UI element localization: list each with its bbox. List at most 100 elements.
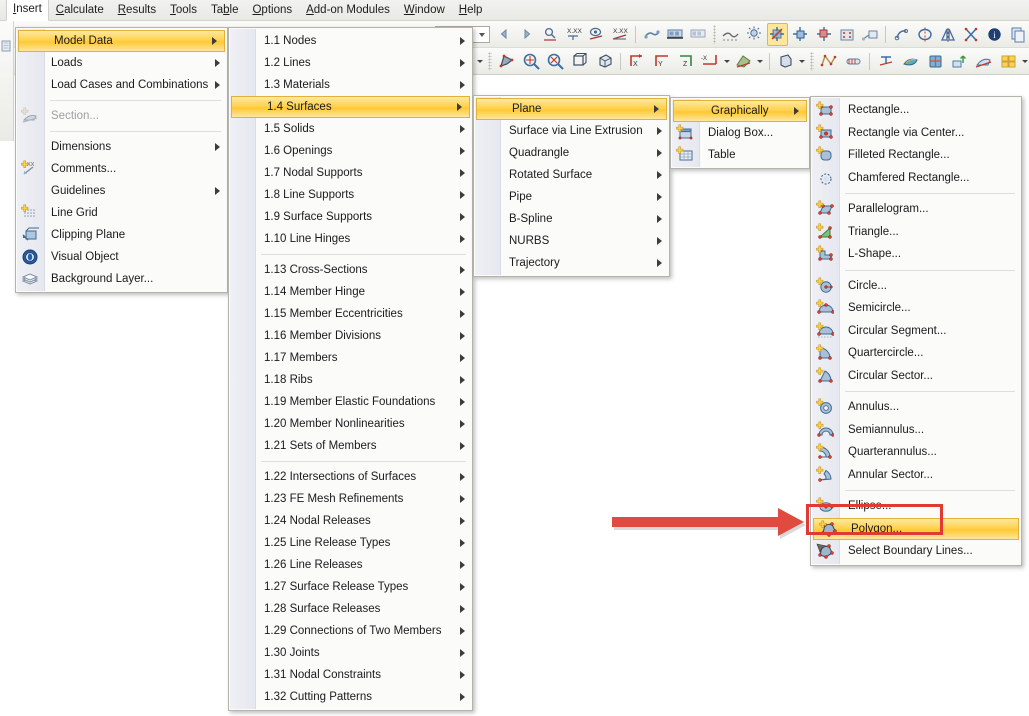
menu-item-dialog-box[interactable]: Dialog Box... [671, 122, 809, 144]
view-x-icon[interactable]: X [626, 50, 648, 73]
menu-item-1-9-surface-supports[interactable]: 1.9 Surface Supports [229, 206, 472, 228]
menu-item-load-cases-and-combinations[interactable]: Load Cases and Combinations [16, 74, 227, 96]
menu-item-annular-sector[interactable]: Annular Sector... [811, 464, 1021, 487]
dim-view-icon[interactable] [586, 23, 607, 46]
menu-item-quarterannulus[interactable]: Quarterannulus... [811, 441, 1021, 464]
menu-plane[interactable]: Graphically Dialog Box... Table [670, 97, 810, 169]
menubar-item-calculate[interactable]: Calculate [49, 0, 111, 21]
extrude-icon[interactable] [948, 50, 970, 73]
menu-item-1-18-ribs[interactable]: 1.18 Ribs [229, 369, 472, 391]
building-icon[interactable] [836, 23, 857, 46]
menu-item-1-24-nodal-releases[interactable]: 1.24 Nodal Releases [229, 510, 472, 532]
chevron-down-icon[interactable] [756, 50, 765, 73]
menu-item-circle[interactable]: Circle... [811, 275, 1021, 298]
menu-item-1-23-fe-mesh-refinements[interactable]: 1.23 FE Mesh Refinements [229, 488, 472, 510]
menu-item-background-layer[interactable]: Background Layer... [16, 268, 227, 290]
menu-item-nurbs[interactable]: NURBS [474, 230, 669, 252]
contour-icon[interactable] [900, 50, 922, 73]
menu-item-1-28-surface-releases[interactable]: 1.28 Surface Releases [229, 598, 472, 620]
view-z-icon[interactable]: Z [675, 50, 697, 73]
menu-surfaces[interactable]: Plane Surface via Line Extrusion Quadrangl… [473, 95, 670, 277]
sun-icon[interactable] [743, 23, 764, 46]
menu-item-circular-segment[interactable]: Circular Segment... [811, 320, 1021, 343]
menubar-item-insert[interactable]: Insert [6, 0, 49, 21]
project-icon[interactable] [859, 23, 880, 46]
menu-item-1-32-cutting-patterns[interactable]: 1.32 Cutting Patterns [229, 686, 472, 708]
menu-item-trajectory[interactable]: Trajectory [474, 252, 669, 274]
axes-alt2-icon[interactable] [813, 23, 834, 46]
menu-item-1-26-line-releases[interactable]: 1.26 Line Releases [229, 554, 472, 576]
select-icon[interactable] [496, 50, 518, 73]
menu-item-triangle[interactable]: Triangle... [811, 221, 1021, 244]
menu-item-clipping-plane[interactable]: Clipping Plane [16, 224, 227, 246]
view-negx-icon[interactable]: -X [699, 50, 721, 73]
copy-icon[interactable] [1007, 23, 1028, 46]
menu-item-table[interactable]: Table [671, 144, 809, 166]
menu-item-model-data[interactable]: Model Data [18, 30, 225, 52]
menu-item-filleted-rectangle[interactable]: Filleted Rectangle... [811, 144, 1021, 167]
menu-item-1-29-connections-of-two-members[interactable]: 1.29 Connections of Two Members [229, 620, 472, 642]
menu-item-1-21-sets-of-members[interactable]: 1.21 Sets of Members [229, 435, 472, 457]
menu-item-chamfered-rectangle[interactable]: Chamfered Rectangle... [811, 167, 1021, 190]
zoom-window-icon[interactable] [520, 50, 542, 73]
menu-item-visual-object[interactable]: Visual Object [16, 246, 227, 268]
menu-item-quartercircle[interactable]: Quartercircle... [811, 342, 1021, 365]
menu-item-1-17-members[interactable]: 1.17 Members [229, 347, 472, 369]
axes-alt1-icon[interactable] [790, 23, 811, 46]
menu-item-1-7-nodal-supports[interactable]: 1.7 Nodal Supports [229, 162, 472, 184]
menu-item-ellipse[interactable]: Ellipse... [811, 495, 1021, 518]
menu-item-polygon[interactable]: Polygon... [813, 517, 1019, 540]
chevron-down-icon[interactable] [1020, 50, 1029, 73]
menu-item-dimensions[interactable]: Dimensions [16, 136, 227, 158]
menu-item-1-16-member-divisions[interactable]: 1.16 Member Divisions [229, 325, 472, 347]
render-solid-icon[interactable] [733, 50, 755, 73]
chevron-down-icon[interactable] [723, 50, 732, 73]
menu-item-rectangle-via-center[interactable]: Rectangle via Center... [811, 122, 1021, 145]
mirror-plane-icon[interactable] [937, 23, 958, 46]
menubar-item-tools[interactable]: Tools [163, 0, 204, 21]
menu-item-1-4-surfaces[interactable]: 1.4 Surfaces [231, 96, 470, 118]
menu-item-1-2-lines[interactable]: 1.2 Lines [229, 52, 472, 74]
menu-item-quadrangle[interactable]: Quadrangle [474, 142, 669, 164]
solid-cube-icon[interactable] [924, 50, 946, 73]
tape-icon[interactable] [842, 50, 864, 73]
cross-icon[interactable] [961, 23, 982, 46]
zoom-out-icon[interactable] [544, 50, 566, 73]
rotate-icon[interactable] [775, 50, 797, 73]
menu-item-1-5-solids[interactable]: 1.5 Solids [229, 118, 472, 140]
menu-model-data[interactable]: 1.1 Nodes 1.2 Lines 1.3 Materials 1.4 Surfa… [228, 27, 473, 711]
nav-forward-icon[interactable] [517, 23, 538, 46]
menubar-item-table[interactable]: Table [204, 0, 246, 21]
menu-item-1-6-openings[interactable]: 1.6 Openings [229, 140, 472, 162]
menu-item-line-grid[interactable]: Line Grid [16, 202, 227, 224]
menubar-item-window[interactable]: Window [397, 0, 452, 21]
menu-insert[interactable]: Model Data Loads Load Cases and Combinatio… [15, 27, 228, 293]
dim-point-icon[interactable] [540, 23, 561, 46]
menubar-item-add-on-modules[interactable]: Add-on Modules [299, 0, 397, 21]
axes-xyz-icon[interactable] [766, 22, 788, 46]
dim-slope-icon[interactable]: X.XX [609, 23, 630, 46]
menu-item-parallelogram[interactable]: Parallelogram... [811, 198, 1021, 221]
menu-item-l-shape[interactable]: L-Shape... [811, 243, 1021, 266]
menu-item-comments[interactable]: XX Comments... [16, 158, 227, 180]
box-icon[interactable] [569, 50, 591, 73]
menubar-item-results[interactable]: Results [111, 0, 163, 21]
grid-view-icon[interactable] [688, 23, 709, 46]
tile-icon[interactable] [997, 50, 1019, 73]
left-toolbar-icon[interactable] [1, 40, 12, 53]
menu-item-1-25-line-release-types[interactable]: 1.25 Line Release Types [229, 532, 472, 554]
menu-item-circular-sector[interactable]: Circular Sector... [811, 365, 1021, 388]
section-cut-icon[interactable] [973, 50, 995, 73]
dim-value-icon[interactable]: X.XX [563, 23, 584, 46]
menu-item-1-1-nodes[interactable]: 1.1 Nodes [229, 30, 472, 52]
menu-item-1-13-cross-sections[interactable]: 1.13 Cross-Sections [229, 259, 472, 281]
menu-item-select-boundary-lines[interactable]: Select Boundary Lines... [811, 540, 1021, 563]
nav-back-icon[interactable] [494, 23, 515, 46]
toolbar-grip[interactable] [712, 24, 717, 44]
menu-item-1-31-nodal-constraints[interactable]: 1.31 Nodal Constraints [229, 664, 472, 686]
menu-item-1-15-member-eccentricities[interactable]: 1.15 Member Eccentricities [229, 303, 472, 325]
menu-item-plane[interactable]: Plane [476, 98, 667, 120]
menu-item-rectangle[interactable]: Rectangle... [811, 99, 1021, 122]
menu-item-1-30-joints[interactable]: 1.30 Joints [229, 642, 472, 664]
view-y-icon[interactable]: Y [651, 50, 673, 73]
